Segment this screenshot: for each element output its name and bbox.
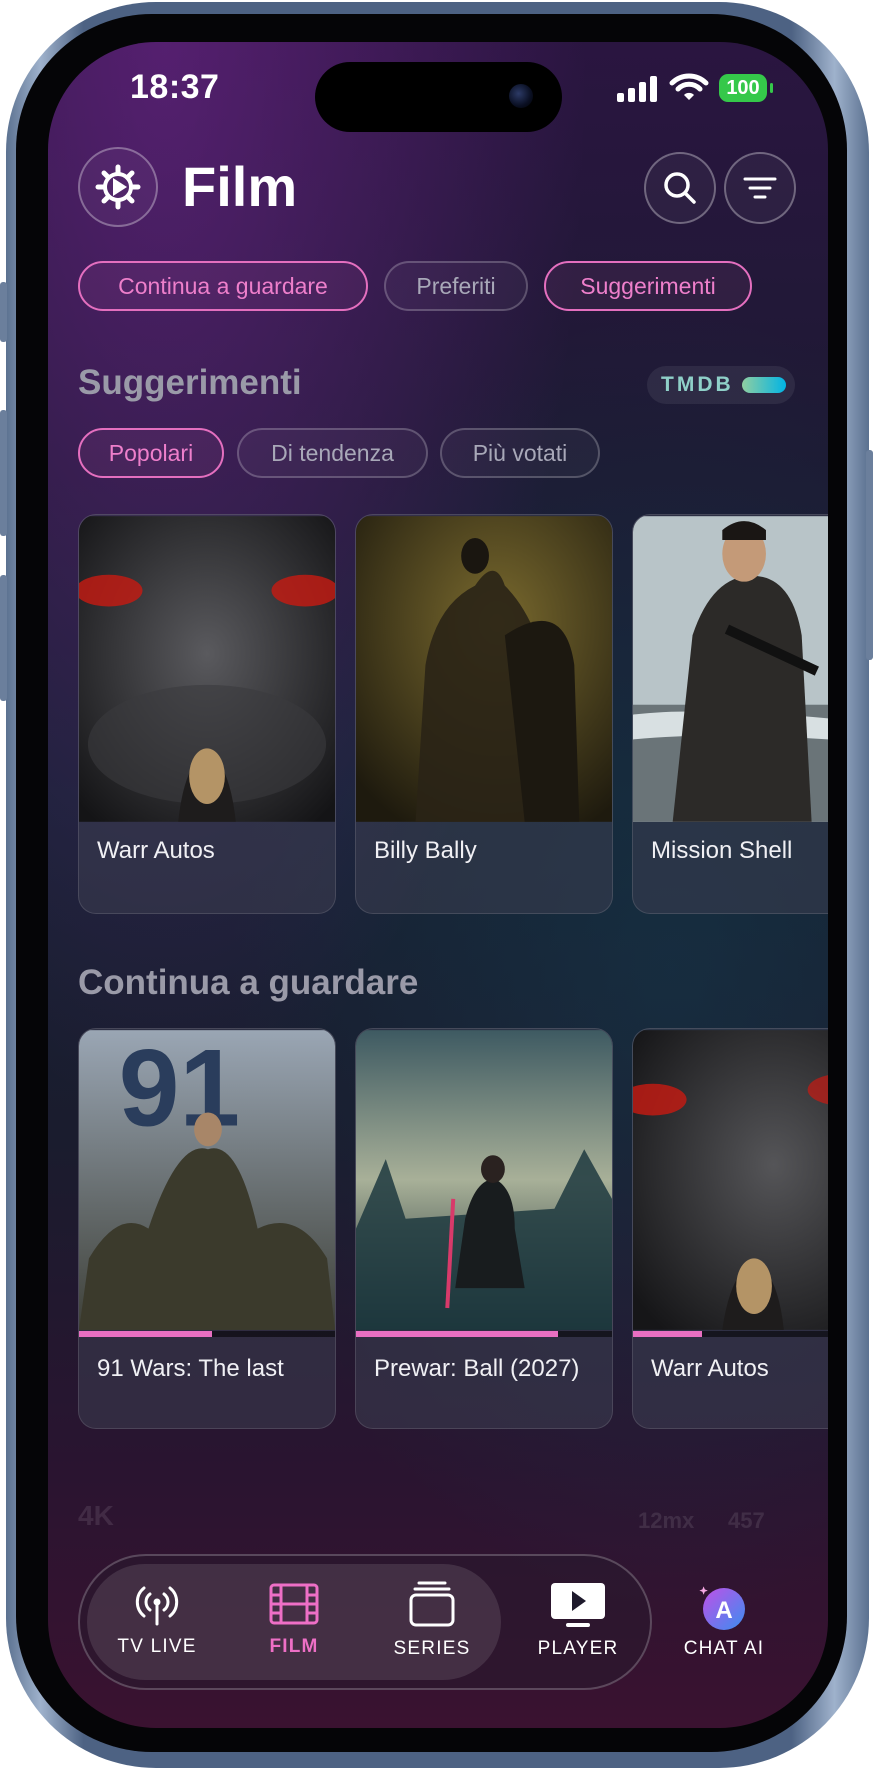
progress-bar <box>356 1331 612 1337</box>
nav-label: PLAYER <box>537 1638 619 1659</box>
continue-card[interactable]: Warr Autos <box>632 1028 828 1429</box>
movie-poster <box>356 1030 612 1330</box>
movie-poster: 91 <box>79 1029 335 1330</box>
movie-poster <box>79 516 335 822</box>
nav-label: CHAT AI <box>683 1638 765 1659</box>
nav-series[interactable]: SERIES <box>372 1580 492 1660</box>
movie-card[interactable]: Mission Shell <box>632 514 828 914</box>
movie-title: Prewar: Ball (2027) <box>374 1355 580 1382</box>
section-chip: 457 <box>728 1508 765 1533</box>
continue-card[interactable]: Prewar: Ball (2027) <box>355 1028 613 1429</box>
stack-icon <box>409 1581 455 1627</box>
volume-down-button <box>0 575 7 701</box>
content-clip: Warr Autos Billy Bally Mission Shell 91 <box>48 0 828 1772</box>
ai-icon: A <box>699 1586 745 1630</box>
nav-chat-ai[interactable]: A CHAT AI <box>664 1586 784 1660</box>
section-title-4k: 4K <box>78 1500 114 1531</box>
progress-bar <box>633 1331 828 1337</box>
svg-text:A: A <box>715 1597 732 1624</box>
nav-film[interactable]: FILM <box>234 1582 354 1658</box>
nav-label: TV LIVE <box>117 1636 197 1657</box>
section-title-continue: Continua a guardare <box>78 963 419 1002</box>
volume-up-button <box>0 410 7 536</box>
film-icon <box>269 1583 319 1625</box>
progress-fill <box>633 1331 703 1337</box>
antenna-icon <box>135 1586 179 1626</box>
progress-fill <box>356 1331 559 1337</box>
nav-tv-live[interactable]: TV LIVE <box>97 1582 217 1658</box>
power-button <box>866 450 873 660</box>
movie-poster <box>633 1030 828 1330</box>
movie-title: Warr Autos <box>97 837 215 864</box>
progress-fill <box>79 1331 213 1337</box>
poster-number: 91 <box>119 1029 240 1149</box>
movie-title: Warr Autos <box>651 1355 769 1382</box>
movie-title: Billy Bally <box>374 837 477 864</box>
section-chip: 12mx <box>638 1508 695 1533</box>
nav-label: SERIES <box>393 1638 471 1659</box>
nav-player[interactable]: PLAYER <box>518 1582 638 1660</box>
movie-card[interactable]: Warr Autos <box>78 514 336 914</box>
movie-poster <box>356 516 612 822</box>
nav-label: FILM <box>269 1636 319 1657</box>
continue-card[interactable]: 91 91 Wars: The last <box>78 1028 336 1429</box>
progress-bar <box>79 1331 335 1337</box>
movie-title: 91 Wars: The last <box>97 1355 284 1382</box>
movie-card[interactable]: Billy Bally <box>355 514 613 914</box>
movie-title: Mission Shell <box>651 837 793 864</box>
action-button <box>0 282 7 342</box>
play-icon <box>551 1583 605 1627</box>
movie-poster <box>633 516 828 822</box>
